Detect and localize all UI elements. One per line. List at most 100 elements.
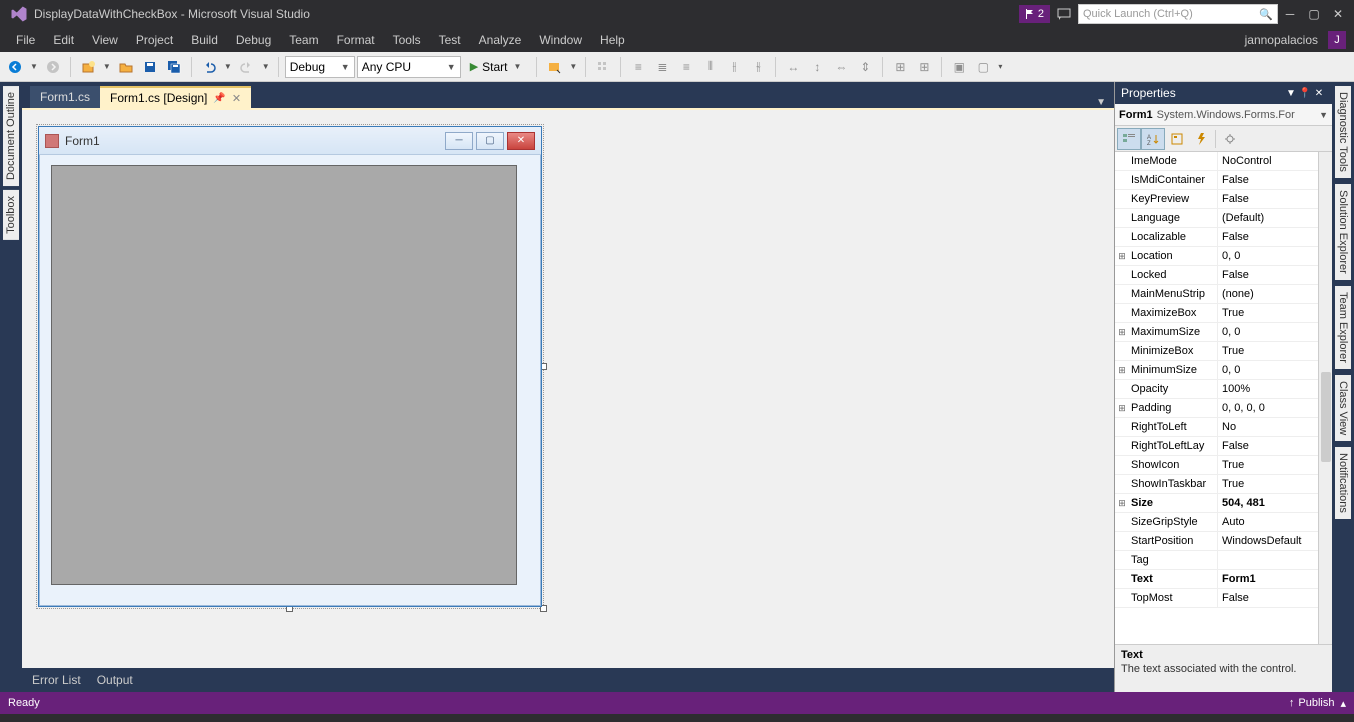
- alphabetical-button[interactable]: AZ: [1141, 128, 1165, 150]
- property-row[interactable]: MinimizeBoxTrue: [1115, 342, 1318, 361]
- solution-explorer-tab[interactable]: Solution Explorer: [1335, 184, 1351, 280]
- menu-build[interactable]: Build: [183, 30, 226, 50]
- menu-window[interactable]: Window: [531, 30, 590, 50]
- autohide-pin-icon[interactable]: 📍: [1298, 88, 1312, 99]
- chevron-down-icon[interactable]: ▼: [260, 62, 272, 71]
- property-row[interactable]: ⊞MaximumSize0, 0: [1115, 323, 1318, 342]
- properties-grid[interactable]: ImeModeNoControlIsMdiContainerFalseKeyPr…: [1115, 152, 1332, 644]
- property-row[interactable]: ShowInTaskbarTrue: [1115, 475, 1318, 494]
- categorized-button[interactable]: [1117, 128, 1141, 150]
- properties-scrollbar[interactable]: [1318, 152, 1332, 644]
- property-row[interactable]: SizeGripStyleAuto: [1115, 513, 1318, 532]
- property-value[interactable]: False: [1217, 171, 1318, 189]
- menu-edit[interactable]: Edit: [45, 30, 82, 50]
- property-row[interactable]: StartPositionWindowsDefault: [1115, 532, 1318, 551]
- property-value[interactable]: False: [1217, 589, 1318, 607]
- form-designer[interactable]: Form1 ─ ▢ ✕: [22, 108, 1114, 668]
- menu-view[interactable]: View: [84, 30, 126, 50]
- property-row[interactable]: RightToLeftNo: [1115, 418, 1318, 437]
- menu-team[interactable]: Team: [281, 30, 326, 50]
- property-row[interactable]: IsMdiContainerFalse: [1115, 171, 1318, 190]
- save-all-button[interactable]: [163, 56, 185, 78]
- datagrid-control[interactable]: [51, 165, 517, 585]
- close-tab-icon[interactable]: ✕: [232, 92, 241, 105]
- toolbox-tab[interactable]: Toolbox: [3, 190, 19, 240]
- property-row[interactable]: Opacity100%: [1115, 380, 1318, 399]
- new-project-button[interactable]: [77, 56, 99, 78]
- property-value[interactable]: False: [1217, 437, 1318, 455]
- property-value[interactable]: True: [1217, 456, 1318, 474]
- account-name[interactable]: jannopalacios: [1245, 33, 1322, 47]
- menu-project[interactable]: Project: [128, 30, 181, 50]
- property-value[interactable]: 504, 481: [1217, 494, 1318, 512]
- team-explorer-tab[interactable]: Team Explorer: [1335, 286, 1351, 369]
- start-button[interactable]: ▶Start▼: [463, 56, 531, 78]
- property-row[interactable]: ShowIconTrue: [1115, 456, 1318, 475]
- browser-link-button[interactable]: [543, 56, 565, 78]
- window-position-icon[interactable]: ▼: [1284, 88, 1298, 99]
- property-value[interactable]: False: [1217, 228, 1318, 246]
- scrollbar-thumb[interactable]: [1321, 372, 1331, 462]
- nav-back-button[interactable]: [4, 56, 26, 78]
- property-row[interactable]: KeyPreviewFalse: [1115, 190, 1318, 209]
- expand-icon[interactable]: ⊞: [1115, 494, 1129, 512]
- toolbar-overflow-icon[interactable]: ▾: [996, 62, 1004, 71]
- menu-format[interactable]: Format: [329, 30, 383, 50]
- property-value[interactable]: No: [1217, 418, 1318, 436]
- chevron-down-icon[interactable]: ▼: [222, 62, 234, 71]
- feedback-icon[interactable]: [1056, 6, 1072, 22]
- menu-help[interactable]: Help: [592, 30, 633, 50]
- property-value[interactable]: True: [1217, 475, 1318, 493]
- property-row[interactable]: ⊞Location0, 0: [1115, 247, 1318, 266]
- error-list-tab[interactable]: Error List: [32, 673, 81, 687]
- properties-button[interactable]: [1165, 128, 1189, 150]
- property-row[interactable]: ⊞Size504, 481: [1115, 494, 1318, 513]
- events-button[interactable]: [1189, 128, 1213, 150]
- tab-list-dropdown-icon[interactable]: ▼: [1096, 97, 1106, 108]
- diagnostic-tools-tab[interactable]: Diagnostic Tools: [1335, 86, 1351, 178]
- menu-tools[interactable]: Tools: [385, 30, 429, 50]
- expand-icon[interactable]: ⊞: [1115, 247, 1129, 265]
- document-outline-tab[interactable]: Document Outline: [3, 86, 19, 186]
- property-value[interactable]: WindowsDefault: [1217, 532, 1318, 550]
- property-value[interactable]: NoControl: [1217, 152, 1318, 170]
- property-row[interactable]: LockedFalse: [1115, 266, 1318, 285]
- property-row[interactable]: TopMostFalse: [1115, 589, 1318, 608]
- property-value[interactable]: True: [1217, 304, 1318, 322]
- property-row[interactable]: MaximizeBoxTrue: [1115, 304, 1318, 323]
- selected-object-dropdown[interactable]: Form1 System.Windows.Forms.For ▼: [1115, 104, 1332, 126]
- notification-badge[interactable]: 2: [1019, 5, 1050, 23]
- property-value[interactable]: 0, 0: [1217, 361, 1318, 379]
- chevron-up-icon[interactable]: ▴: [1340, 697, 1346, 710]
- menu-test[interactable]: Test: [431, 30, 469, 50]
- property-value[interactable]: Form1: [1217, 570, 1318, 588]
- expand-icon[interactable]: ⊞: [1115, 361, 1129, 379]
- property-row[interactable]: ⊞Padding0, 0, 0, 0: [1115, 399, 1318, 418]
- chevron-down-icon[interactable]: ▼: [28, 62, 40, 71]
- output-tab[interactable]: Output: [97, 673, 133, 687]
- notifications-tab[interactable]: Notifications: [1335, 447, 1351, 519]
- property-value[interactable]: 100%: [1217, 380, 1318, 398]
- expand-icon[interactable]: ⊞: [1115, 399, 1129, 417]
- property-row[interactable]: Tag: [1115, 551, 1318, 570]
- close-panel-icon[interactable]: ✕: [1312, 88, 1326, 99]
- class-view-tab[interactable]: Class View: [1335, 375, 1351, 441]
- property-row[interactable]: TextForm1: [1115, 570, 1318, 589]
- property-value[interactable]: (none): [1217, 285, 1318, 303]
- property-row[interactable]: ImeModeNoControl: [1115, 152, 1318, 171]
- account-avatar[interactable]: J: [1328, 31, 1346, 49]
- tab-form1-design[interactable]: Form1.cs [Design] 📌 ✕: [100, 86, 251, 108]
- pin-icon[interactable]: 📌: [213, 93, 225, 104]
- property-value[interactable]: False: [1217, 190, 1318, 208]
- form1-window[interactable]: Form1 ─ ▢ ✕: [38, 126, 542, 607]
- save-button[interactable]: [139, 56, 161, 78]
- close-button[interactable]: ✕: [1326, 7, 1350, 21]
- property-row[interactable]: RightToLeftLayFalse: [1115, 437, 1318, 456]
- property-value[interactable]: False: [1217, 266, 1318, 284]
- open-file-button[interactable]: [115, 56, 137, 78]
- chevron-down-icon[interactable]: ▼: [101, 62, 113, 71]
- minimize-button[interactable]: ─: [1278, 7, 1302, 21]
- property-value[interactable]: 0, 0: [1217, 247, 1318, 265]
- property-value[interactable]: Auto: [1217, 513, 1318, 531]
- property-value[interactable]: 0, 0, 0, 0: [1217, 399, 1318, 417]
